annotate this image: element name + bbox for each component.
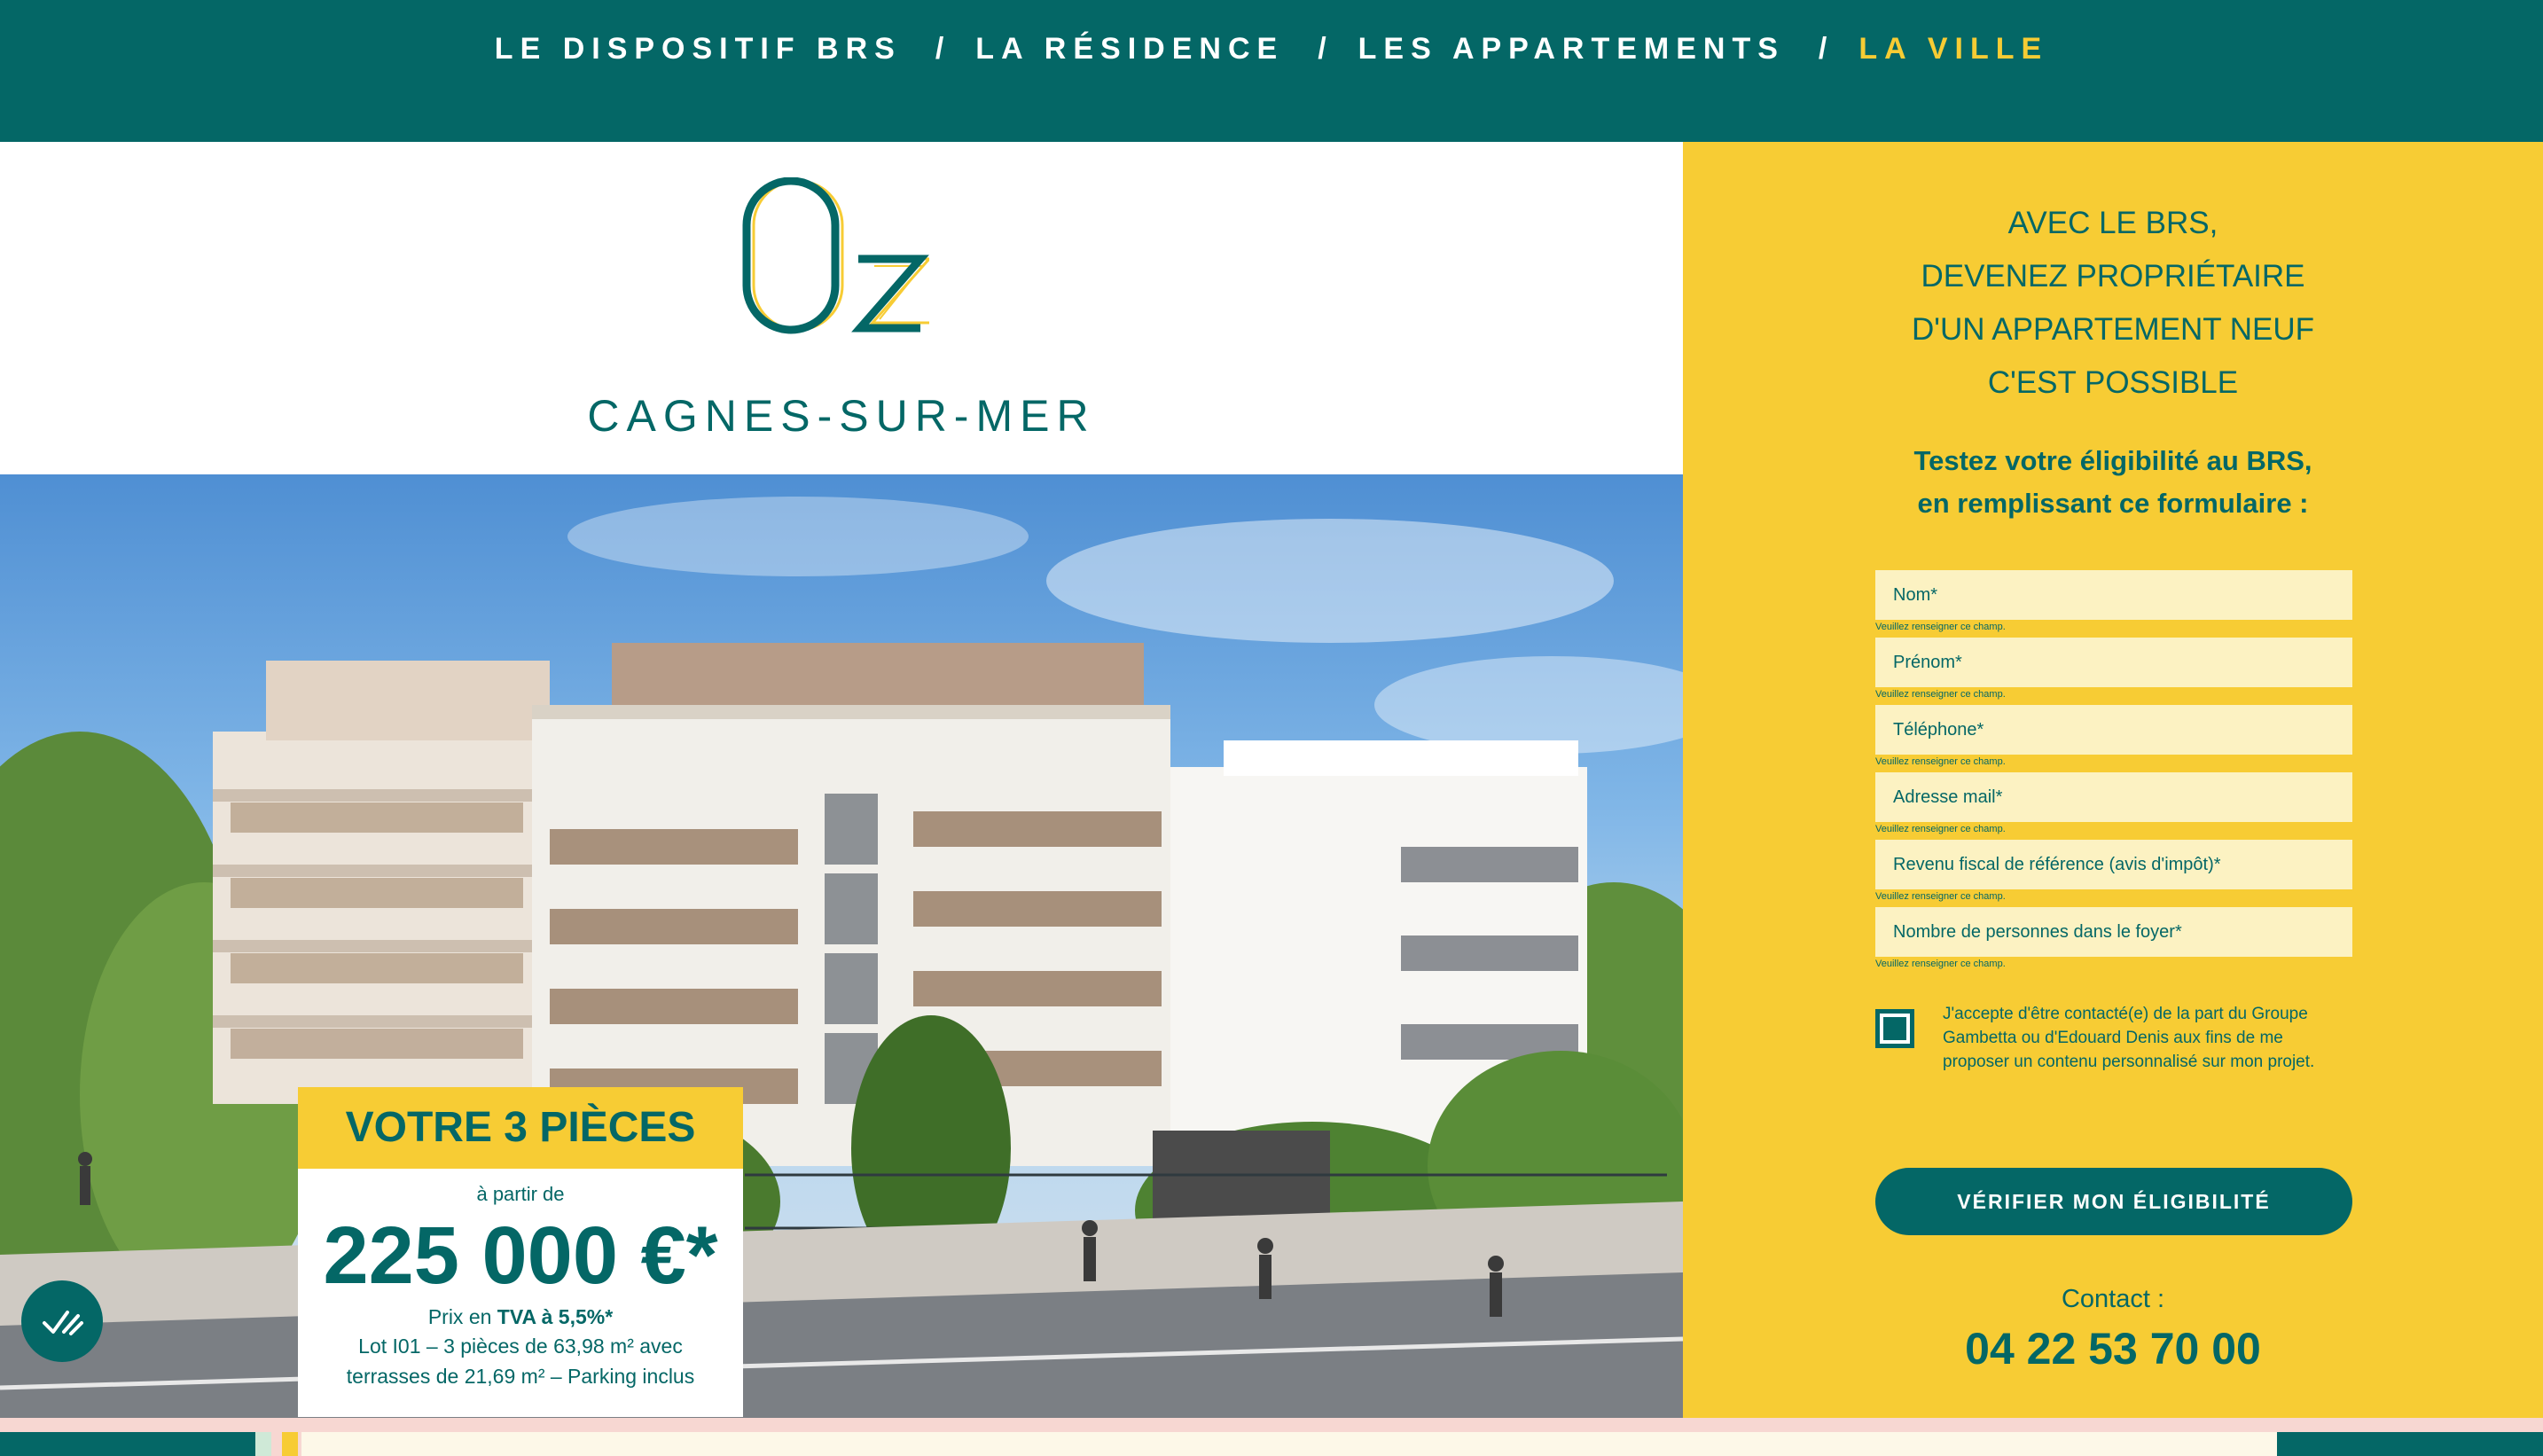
eligibility-form: Veuillez renseigner ce champ. Veuillez r… [1875, 570, 2352, 975]
nav-item-appartements[interactable]: LES APPARTEMENTS [1358, 32, 1785, 67]
top-navigation: LE DISPOSITIF BRS / LA RÉSIDENCE / LES A… [0, 0, 2543, 142]
offer-lot-description: Lot I01 – 3 pièces de 63,98 m² avec terr… [298, 1331, 743, 1391]
telephone-input[interactable] [1875, 705, 2352, 755]
consent-label: J'accepte d'être contacté(e) de la part … [1943, 1005, 2315, 1071]
revenu-fiscal-input[interactable] [1875, 840, 2352, 889]
verify-eligibility-button[interactable]: VÉRIFIER MON ÉLIGIBILITÉ [1875, 1168, 2352, 1235]
offer-lot-line: Lot I01 – 3 pièces de 63,98 m² avec [358, 1335, 683, 1358]
tagline-line: D'UN APPARTEMENT NEUF [1912, 312, 2314, 347]
logo-area: CAGNES-SUR-MER [0, 142, 1683, 474]
field-error: Veuillez renseigner ce champ. [1875, 689, 2006, 700]
bottom-decorative-bar [0, 1418, 2543, 1456]
field-foyer: Veuillez renseigner ce champ. [1875, 907, 2352, 975]
subtitle-line: en remplissant ce formulaire : [1917, 488, 2309, 519]
subtitle-line: Testez votre éligibilité au BRS, [1913, 445, 2312, 476]
field-nom: Veuillez renseigner ce champ. [1875, 570, 2352, 638]
city-name: CAGNES-SUR-MER [587, 391, 1096, 441]
tagline-line: C'EST POSSIBLE [1987, 365, 2239, 400]
field-error: Veuillez renseigner ce champ. [1875, 824, 2006, 834]
bottom-bar-yellow-stripe [282, 1432, 298, 1456]
nav-item-ville[interactable]: LA VILLE [1858, 32, 2048, 67]
nav-separator: / [1818, 32, 1835, 66]
contact-label: Contact : [2061, 1285, 2165, 1313]
bottom-bar-teal-block [0, 1432, 255, 1456]
field-email: Veuillez renseigner ce champ. [1875, 772, 2352, 840]
accessibility-button[interactable] [21, 1280, 103, 1362]
eligibility-panel: AVEC LE BRS, DEVENEZ PROPRIÉTAIRE D'UN A… [1683, 142, 2543, 1418]
panel-subtitle: Testez votre éligibilité au BRS, en remp… [1683, 440, 2543, 525]
nav-separator: / [1318, 32, 1334, 66]
field-telephone: Veuillez renseigner ce champ. [1875, 705, 2352, 772]
field-error: Veuillez renseigner ce champ. [1875, 891, 2006, 902]
bottom-bar-teal-block [2277, 1432, 2543, 1456]
offer-tva: Prix en TVA à 5,5%* [298, 1305, 743, 1329]
nav-item-residence[interactable]: LA RÉSIDENCE [975, 32, 1284, 67]
foyer-input[interactable] [1875, 907, 2352, 957]
checkbox-checked-icon [1883, 1017, 1906, 1040]
tagline-line: DEVENEZ PROPRIÉTAIRE [1921, 259, 2305, 294]
field-revenu-fiscal: Veuillez renseigner ce champ. [1875, 840, 2352, 907]
prenom-input[interactable] [1875, 638, 2352, 687]
field-error: Veuillez renseigner ce champ. [1875, 959, 2006, 969]
offer-title: VOTRE 3 PIÈCES [298, 1087, 743, 1169]
offer-tva-rate: TVA à 5,5%* [497, 1305, 614, 1328]
bottom-bar-mint-stripe [255, 1432, 271, 1456]
oz-logo [742, 177, 929, 334]
offer-from-label: à partir de [476, 1183, 565, 1205]
nav-item-dispositif-brs[interactable]: LE DISPOSITIF BRS [495, 32, 902, 67]
offer-card: VOTRE 3 PIÈCES à partir de 225 000 €* Pr… [298, 1087, 743, 1417]
nav-list: LE DISPOSITIF BRS / LA RÉSIDENCE / LES A… [0, 32, 2543, 67]
tagline-line: AVEC LE BRS, [2007, 206, 2218, 240]
offer-lot-line: terrasses de 21,69 m² – Parking inclus [346, 1365, 695, 1388]
accessibility-check-icon [43, 1311, 83, 1335]
hero-residence-image [0, 474, 1683, 1418]
nav-separator: / [935, 32, 951, 66]
email-input[interactable] [1875, 772, 2352, 822]
nom-input[interactable] [1875, 570, 2352, 620]
residence-illustration [0, 497, 1683, 1418]
field-error: Veuillez renseigner ce champ. [1875, 622, 2006, 632]
offer-price: 225 000 €* [323, 1210, 718, 1301]
bottom-bar-cream-block [301, 1432, 2277, 1456]
panel-tagline: AVEC LE BRS, DEVENEZ PROPRIÉTAIRE D'UN A… [1683, 197, 2543, 410]
consent-checkbox[interactable] [1875, 1009, 1914, 1048]
field-error: Veuillez renseigner ce champ. [1875, 756, 2006, 767]
offer-tva-prefix: Prix en [427, 1305, 497, 1328]
field-prenom: Veuillez renseigner ce champ. [1875, 638, 2352, 705]
consent-row: J'accepte d'être contacté(e) de la part … [1875, 1002, 2352, 1074]
contact-phone[interactable]: 04 22 53 70 00 [1683, 1323, 2543, 1374]
